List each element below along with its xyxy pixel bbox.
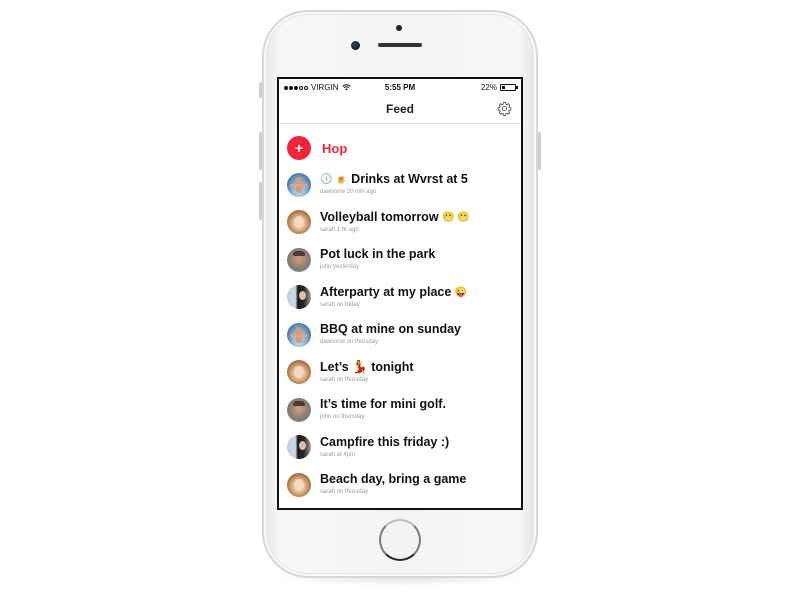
navigation-bar: Feed bbox=[279, 97, 521, 124]
feed-item[interactable]: Let’s 💃 tonight sarah on thursday bbox=[279, 354, 521, 392]
status-right: 22% bbox=[480, 83, 518, 92]
feed-item[interactable]: Volleyball tomorrow 😬 😬 sarah 1 hr ago bbox=[279, 204, 521, 242]
clock-beer-emoji-icon: 🕔 🍺 bbox=[320, 174, 348, 186]
proximity-sensor bbox=[396, 25, 402, 31]
feed-item[interactable]: Campfire this friday :) sarah at 4pm bbox=[279, 429, 521, 467]
feed-item-title: It’s time for mini golf. bbox=[320, 397, 446, 412]
mockup-stage: VIRGIN 5:55 PM 22% Feed + Hop 🕔 🍺 Drinks… bbox=[0, 0, 800, 600]
feed-item[interactable]: Beach day, bring a game sarah on thursda… bbox=[279, 466, 521, 504]
gear-icon[interactable] bbox=[497, 101, 512, 116]
status-bar: VIRGIN 5:55 PM 22% bbox=[279, 79, 521, 97]
plus-icon[interactable]: + bbox=[287, 136, 311, 160]
feed-item-title: Afterparty at my place 😜 bbox=[320, 285, 467, 300]
front-camera-icon bbox=[351, 41, 360, 50]
feed-item-meta: john yesterday bbox=[320, 264, 360, 271]
feed-item-meta: sarah 1 hr ago bbox=[320, 226, 359, 233]
feed-item-title: Volleyball tomorrow 😬 😬 bbox=[320, 210, 470, 225]
feed-item-title-text: Drinks at Wvrst at 5 bbox=[351, 172, 468, 187]
feed-item-meta: john on thursday bbox=[320, 414, 365, 421]
avatar bbox=[287, 285, 311, 310]
avatar bbox=[287, 360, 311, 385]
feed-item-meta: dawsonw 20 min ago bbox=[320, 189, 377, 196]
feed-item-meta: sarah on thursday bbox=[320, 489, 369, 496]
avatar bbox=[287, 210, 311, 235]
feed-item[interactable]: Afterparty at my place 😜 sarah on friday bbox=[279, 279, 521, 317]
feed-item-title: BBQ at mine on sunday bbox=[320, 322, 461, 337]
feed-item-title: Beach day, bring a game bbox=[320, 472, 467, 487]
earpiece-speaker bbox=[378, 43, 422, 47]
feed-item[interactable]: BBQ at mine on sunday dawsonw on thursda… bbox=[279, 316, 521, 354]
feed-item-meta: dawsonw on thursday bbox=[320, 339, 379, 346]
feed-item-meta: sarah at 4pm bbox=[320, 451, 356, 458]
page-title: Feed bbox=[385, 102, 414, 116]
feed-item-meta: sarah on friday bbox=[320, 301, 360, 308]
phone-screen: VIRGIN 5:55 PM 22% Feed + Hop 🕔 🍺 Drinks… bbox=[277, 77, 523, 510]
hop-label[interactable]: Hop bbox=[322, 141, 347, 156]
feed-item[interactable]: 🕔 🍺 Drinks at Wvrst at 5 dawsonw 20 min … bbox=[279, 166, 521, 204]
winking-tongue-emoji-icon: 😜 bbox=[454, 286, 468, 298]
feed-item[interactable]: Pot luck in the park john yesterday bbox=[279, 241, 521, 279]
battery-level bbox=[502, 86, 505, 89]
avatar bbox=[287, 397, 311, 422]
feed-item[interactable]: It’s time for mini golf. john on thursda… bbox=[279, 391, 521, 429]
feed-item-title: Pot luck in the park bbox=[320, 247, 436, 262]
feed-item-title-text: Afterparty at my place bbox=[320, 284, 452, 299]
grimace-emoji-icon: 😬 😬 bbox=[442, 211, 470, 223]
feed-item-title: Let’s 💃 tonight bbox=[320, 359, 414, 374]
avatar bbox=[287, 247, 311, 272]
home-button[interactable] bbox=[379, 519, 421, 561]
avatar bbox=[287, 322, 311, 347]
avatar bbox=[287, 172, 311, 197]
feed-item-meta: sarah on thursday bbox=[320, 376, 369, 383]
new-hop-button[interactable]: + Hop bbox=[279, 130, 521, 166]
feed-item-title: Campfire this friday :) bbox=[320, 434, 450, 449]
feed-item-title-text: Volleyball tomorrow bbox=[320, 209, 439, 224]
power-button bbox=[538, 132, 541, 170]
avatar bbox=[287, 472, 311, 497]
feed-item-title: 🕔 🍺 Drinks at Wvrst at 5 bbox=[320, 172, 468, 187]
battery-icon bbox=[500, 84, 518, 91]
battery-percent: 22% bbox=[480, 83, 497, 92]
avatar bbox=[287, 435, 311, 460]
feed-list: + Hop 🕔 🍺 Drinks at Wvrst at 5 dawsonw 2… bbox=[279, 124, 521, 504]
